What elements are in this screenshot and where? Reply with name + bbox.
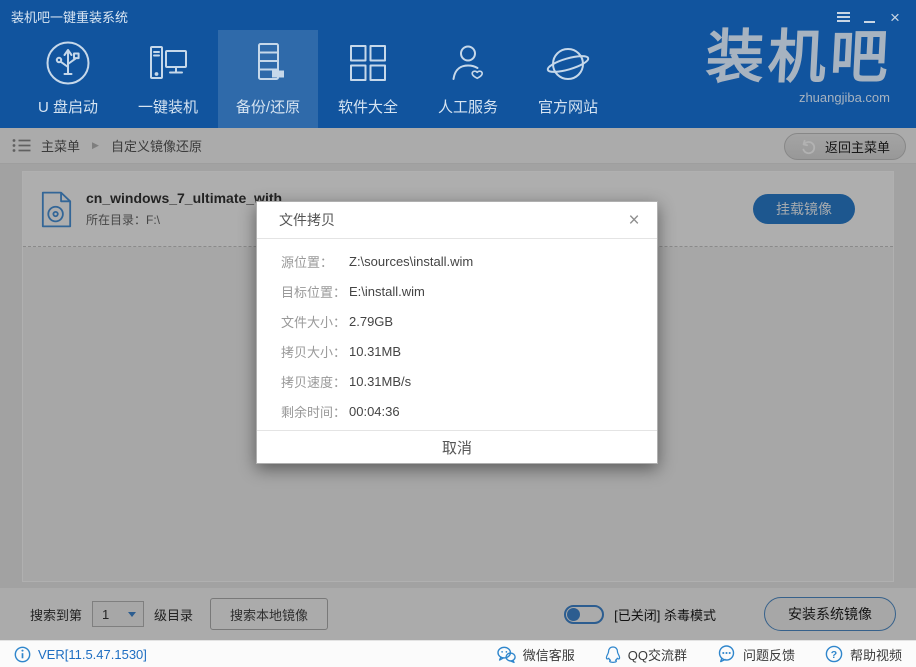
- nav-label: 软件大全: [338, 96, 398, 117]
- dialog-row-remaining: 剩余时间： 00:04:36: [257, 396, 657, 426]
- brand-logo: 装机吧 zhuangjiba.com: [706, 26, 892, 105]
- logo-domain: zhuangjiba.com: [706, 90, 892, 105]
- dialog-row-copied: 拷贝大小： 10.31MB: [257, 336, 657, 366]
- grid-icon: [344, 35, 392, 87]
- body-area: 主菜单 ▶ 自定义镜像还原 返回主菜单: [0, 128, 916, 640]
- dialog-cancel-button[interactable]: 取消: [257, 430, 657, 463]
- dialog-header: 文件拷贝 ×: [257, 202, 657, 239]
- nav-item-usb-boot[interactable]: U 盘启动: [18, 30, 118, 128]
- help-icon: ?: [825, 645, 843, 663]
- help-video-link[interactable]: ? 帮助视频: [825, 645, 902, 664]
- nav-item-one-key-install[interactable]: 一键装机: [118, 30, 218, 128]
- nav-label: U 盘启动: [38, 96, 98, 117]
- app-header: 装机吧一键重装系统 × U 盘启动: [0, 0, 916, 128]
- usb-icon: [44, 35, 92, 87]
- nav-label: 备份/还原: [236, 96, 300, 117]
- main-nav: U 盘启动 一键装机: [18, 30, 618, 128]
- dialog-body: 源位置： Z:\sources\install.wim 目标位置： E:\ins…: [257, 239, 657, 430]
- app-window: 装机吧一键重装系统 × U 盘启动: [0, 0, 916, 667]
- nav-label: 人工服务: [438, 96, 498, 117]
- nav-item-support[interactable]: 人工服务: [418, 30, 518, 128]
- version-info: VER[11.5.47.1530]: [14, 646, 147, 663]
- info-icon: [14, 646, 31, 663]
- qq-group-link[interactable]: QQ交流群: [605, 645, 687, 664]
- svg-text:?: ?: [831, 649, 837, 661]
- window-title: 装机吧一键重装系统: [11, 7, 128, 26]
- person-icon: [444, 35, 492, 87]
- dialog-row-speed: 拷贝速度： 10.31MB/s: [257, 366, 657, 396]
- nav-item-software[interactable]: 软件大全: [318, 30, 418, 128]
- version-text: VER[11.5.47.1530]: [38, 647, 147, 662]
- nav-label: 一键装机: [138, 96, 198, 117]
- file-copy-dialog: 文件拷贝 × 源位置： Z:\sources\install.wim 目标位置：…: [256, 201, 658, 464]
- nav-item-backup-restore[interactable]: 备份/还原: [218, 30, 318, 128]
- dialog-row-target: 目标位置： E:\install.wim: [257, 276, 657, 306]
- computer-icon: [144, 35, 192, 87]
- nav-label: 官方网站: [538, 96, 598, 117]
- dialog-row-source: 源位置： Z:\sources\install.wim: [257, 246, 657, 276]
- server-icon: [244, 35, 292, 87]
- wechat-support-link[interactable]: 微信客服: [497, 645, 575, 664]
- app-footer: VER[11.5.47.1530] 微信客服: [0, 640, 916, 667]
- dialog-close-icon[interactable]: ×: [623, 211, 645, 230]
- qq-icon: [605, 645, 621, 664]
- dialog-title: 文件拷贝: [279, 210, 335, 230]
- logo-text: 装机吧: [704, 26, 893, 90]
- footer-links: 微信客服 QQ交流群: [497, 645, 902, 664]
- globe-icon: [544, 35, 592, 87]
- dialog-row-filesize: 文件大小： 2.79GB: [257, 306, 657, 336]
- feedback-link[interactable]: 问题反馈: [717, 645, 795, 664]
- wechat-icon: [497, 646, 516, 663]
- feedback-icon: [717, 645, 736, 663]
- nav-item-website[interactable]: 官方网站: [518, 30, 618, 128]
